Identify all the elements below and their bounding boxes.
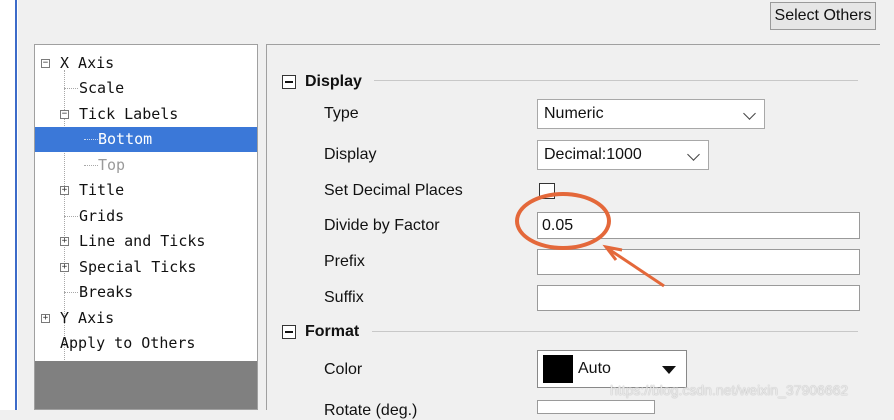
tree-item-label: Title <box>79 181 125 199</box>
type-label: Type <box>324 105 359 122</box>
minus-box-icon[interactable]: − <box>41 59 50 68</box>
rotate-input[interactable] <box>537 400 655 414</box>
suffix-label: Suffix <box>324 289 364 306</box>
section-divider <box>374 80 858 81</box>
tree-item-x-axis[interactable]: − X Axis <box>35 51 257 76</box>
watermark-text: https://blog.csdn.net/weixin_37906662 <box>610 382 849 398</box>
plus-box-icon[interactable]: + <box>60 237 69 246</box>
color-swatch <box>543 355 573 383</box>
tree-item-title[interactable]: + Title <box>35 178 257 203</box>
dropdown-arrow-icon <box>662 366 676 374</box>
axis-tree: − X Axis Scale − Tick Labels Bottom Top … <box>34 44 258 410</box>
divide-by-factor-label: Divide by Factor <box>324 217 440 234</box>
tree-item-scale[interactable]: Scale <box>35 76 257 101</box>
select-others-button[interactable]: Select Others <box>770 2 876 30</box>
tree-item-apply-to-others[interactable]: Apply to Others <box>35 331 257 356</box>
tree-item-label: Breaks <box>79 283 134 301</box>
tree-item-label: Apply to Others <box>60 334 196 352</box>
tree-item-label: Bottom <box>98 130 153 148</box>
tree-item-tick-labels[interactable]: − Tick Labels <box>35 102 257 127</box>
set-decimal-places-label: Set Decimal Places <box>324 182 463 199</box>
prefix-label: Prefix <box>324 253 365 270</box>
display-select[interactable]: Decimal:1000 <box>537 140 709 170</box>
color-label: Color <box>324 361 363 378</box>
display-label: Display <box>324 146 377 163</box>
tree-empty-area <box>35 361 257 409</box>
type-value: Numeric <box>544 105 604 122</box>
chevron-down-icon <box>743 107 756 120</box>
tree-item-bottom[interactable]: Bottom <box>35 127 257 152</box>
background-plot-axis <box>15 0 17 410</box>
tree-item-label: Line and Ticks <box>79 232 206 250</box>
rotate-label: Rotate (deg.) <box>324 402 418 419</box>
tree-item-label: Tick Labels <box>79 105 179 123</box>
collapse-display-icon[interactable] <box>282 75 296 89</box>
tree-item-label: Grids <box>79 207 125 225</box>
tree-item-label: Scale <box>79 79 125 97</box>
format-section-title: Format <box>305 323 360 340</box>
section-divider <box>372 331 858 332</box>
prefix-input[interactable] <box>537 249 860 275</box>
tree-item-label: Y Axis <box>60 309 115 327</box>
collapse-format-icon[interactable] <box>282 325 296 339</box>
color-value: Auto <box>578 360 611 377</box>
tree-item-special-ticks[interactable]: + Special Ticks <box>35 255 257 280</box>
suffix-input[interactable] <box>537 285 860 311</box>
tree-item-label: Special Ticks <box>79 258 197 276</box>
minus-box-icon[interactable]: − <box>60 110 69 119</box>
tree-item-y-axis[interactable]: + Y Axis <box>35 306 257 331</box>
type-select[interactable]: Numeric <box>537 99 765 129</box>
plus-box-icon[interactable]: + <box>41 314 50 323</box>
tree-item-label: X Axis <box>60 54 115 72</box>
display-section-title: Display <box>305 73 362 90</box>
plus-box-icon[interactable]: + <box>60 263 69 272</box>
chevron-down-icon <box>687 148 700 161</box>
tree-item-grids[interactable]: Grids <box>35 204 257 229</box>
display-value: Decimal:1000 <box>544 146 642 163</box>
tree-item-top[interactable]: Top <box>35 153 257 178</box>
annotation-arrow-icon <box>602 244 665 288</box>
tree-item-breaks[interactable]: Breaks <box>35 280 257 305</box>
tree-item-label: Top <box>98 156 126 174</box>
tree-item-line-and-ticks[interactable]: + Line and Ticks <box>35 229 257 254</box>
plus-box-icon[interactable]: + <box>60 186 69 195</box>
